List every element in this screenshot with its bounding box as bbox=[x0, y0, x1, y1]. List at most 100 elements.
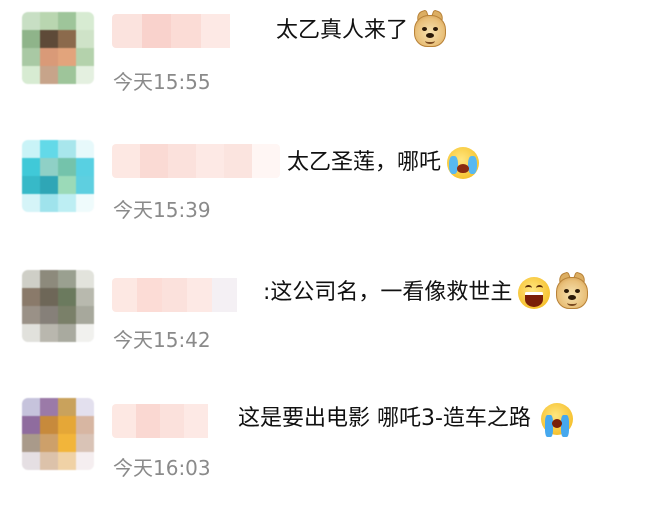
avatar-mosaic-cell bbox=[40, 176, 58, 194]
avatar-mosaic-cell bbox=[22, 158, 40, 176]
username-blur-block bbox=[237, 278, 262, 312]
avatar-mosaic-cell bbox=[76, 140, 94, 158]
username-blur-block bbox=[168, 144, 196, 178]
username-blur-block bbox=[187, 278, 212, 312]
avatar-mosaic-cell bbox=[40, 452, 58, 470]
avatar-mosaic-cell bbox=[76, 66, 94, 84]
comment-text: 这是要出电影 哪吒3-造车之路 bbox=[238, 400, 573, 438]
username-blur-block bbox=[112, 144, 140, 178]
username-blur-block bbox=[171, 14, 201, 48]
avatar-mosaic-cell bbox=[76, 398, 94, 416]
avatar-mosaic-cell bbox=[40, 194, 58, 212]
avatar-mosaic-cell bbox=[58, 398, 76, 416]
crying-laughing-icon bbox=[447, 147, 480, 179]
avatar-mosaic-cell bbox=[40, 398, 58, 416]
comment-item-4: 这是要出电影 哪吒3-造车之路 今天16:03 bbox=[0, 398, 666, 518]
avatar[interactable] bbox=[22, 12, 94, 84]
avatar[interactable] bbox=[22, 270, 94, 342]
avatar-mosaic-cell bbox=[76, 270, 94, 288]
username-blur-block bbox=[137, 278, 162, 312]
comment-text-content: 太乙真人来了 bbox=[276, 18, 409, 43]
avatar-mosaic-cell bbox=[58, 158, 76, 176]
avatar-mosaic-cell bbox=[58, 288, 76, 306]
avatar-mosaic-cell bbox=[58, 194, 76, 212]
comment-text: 太乙真人来了 bbox=[276, 9, 447, 50]
username-blurred[interactable] bbox=[112, 144, 280, 178]
comment-text: 太乙圣莲，哪吒 bbox=[287, 144, 480, 182]
avatar-mosaic-cell bbox=[76, 194, 94, 212]
username-blur-block bbox=[208, 404, 232, 438]
avatar-mosaic-cell bbox=[40, 12, 58, 30]
avatar-mosaic-cell bbox=[22, 452, 40, 470]
username-blur-block bbox=[136, 404, 160, 438]
avatar-mosaic-cell bbox=[58, 452, 76, 470]
avatar[interactable] bbox=[22, 398, 94, 470]
username-blur-block bbox=[112, 14, 142, 48]
avatar-mosaic-cell bbox=[76, 158, 94, 176]
doge-icon bbox=[414, 9, 447, 47]
username-blur-block bbox=[200, 14, 231, 48]
username-blurred[interactable] bbox=[112, 278, 262, 312]
avatar-mosaic-cell bbox=[40, 306, 58, 324]
avatar-mosaic-cell bbox=[76, 434, 94, 452]
comment-timestamp: 今天15:39 bbox=[113, 198, 211, 222]
username-blurred[interactable] bbox=[112, 404, 232, 438]
avatar-mosaic-cell bbox=[40, 158, 58, 176]
username-blur-block bbox=[162, 278, 187, 312]
avatar-mosaic-cell bbox=[76, 12, 94, 30]
username-blur-block bbox=[160, 404, 184, 438]
avatar-mosaic-cell bbox=[58, 48, 76, 66]
comment-text-content: 这是要出电影 哪吒3-造车之路 bbox=[238, 406, 531, 431]
sobbing-icon bbox=[540, 403, 573, 437]
avatar-mosaic-cell bbox=[40, 270, 58, 288]
avatar-mosaic-cell bbox=[22, 30, 40, 48]
avatar-mosaic-cell bbox=[58, 270, 76, 288]
username-blur-block bbox=[140, 144, 168, 178]
avatar-mosaic-cell bbox=[40, 416, 58, 434]
username-blurred[interactable] bbox=[112, 14, 260, 48]
avatar-mosaic-cell bbox=[40, 66, 58, 84]
username-blur-block bbox=[141, 14, 172, 48]
username-blur-block bbox=[112, 278, 137, 312]
avatar-mosaic-cell bbox=[40, 48, 58, 66]
username-blur-block bbox=[230, 14, 260, 48]
avatar-mosaic-cell bbox=[58, 434, 76, 452]
avatar-mosaic-cell bbox=[22, 194, 40, 212]
avatar-mosaic-cell bbox=[58, 416, 76, 434]
avatar-mosaic-cell bbox=[76, 30, 94, 48]
username-blur-block bbox=[224, 144, 252, 178]
avatar-mosaic-cell bbox=[58, 176, 76, 194]
username-blur-block bbox=[112, 404, 136, 438]
comment-item-1: 太乙真人来了 今天15:55 bbox=[0, 9, 666, 132]
avatar-mosaic-cell bbox=[76, 306, 94, 324]
avatar-mosaic-cell bbox=[22, 324, 40, 342]
avatar-mosaic-cell bbox=[40, 140, 58, 158]
avatar-mosaic-cell bbox=[22, 12, 40, 30]
username-blur-block bbox=[252, 144, 280, 178]
avatar-mosaic-cell bbox=[76, 288, 94, 306]
comment-text-content: :这公司名，一看像救世主 bbox=[263, 280, 513, 305]
avatar[interactable] bbox=[22, 140, 94, 212]
avatar-mosaic-cell bbox=[22, 416, 40, 434]
avatar-mosaic-cell bbox=[58, 324, 76, 342]
avatar-mosaic-cell bbox=[58, 30, 76, 48]
laughing-icon bbox=[518, 277, 551, 309]
avatar-mosaic-cell bbox=[22, 270, 40, 288]
avatar-mosaic-cell bbox=[76, 452, 94, 470]
username-blur-block bbox=[184, 404, 208, 438]
avatar-mosaic-cell bbox=[22, 306, 40, 324]
avatar-mosaic-cell bbox=[22, 66, 40, 84]
avatar-mosaic-cell bbox=[58, 66, 76, 84]
avatar-mosaic-cell bbox=[58, 140, 76, 158]
comment-timestamp: 今天15:42 bbox=[113, 328, 211, 352]
username-blur-block bbox=[196, 144, 224, 178]
comment-item-3: :这公司名，一看像救世主 今天15:42 bbox=[0, 270, 666, 390]
avatar-mosaic-cell bbox=[40, 434, 58, 452]
comment-text: :这公司名，一看像救世主 bbox=[263, 271, 589, 312]
avatar-mosaic-cell bbox=[22, 434, 40, 452]
avatar-mosaic-cell bbox=[58, 306, 76, 324]
avatar-mosaic-cell bbox=[22, 140, 40, 158]
avatar-mosaic-cell bbox=[76, 176, 94, 194]
avatar-mosaic-cell bbox=[40, 288, 58, 306]
comment-item-2: 太乙圣莲，哪吒 今天15:39 bbox=[0, 140, 666, 260]
